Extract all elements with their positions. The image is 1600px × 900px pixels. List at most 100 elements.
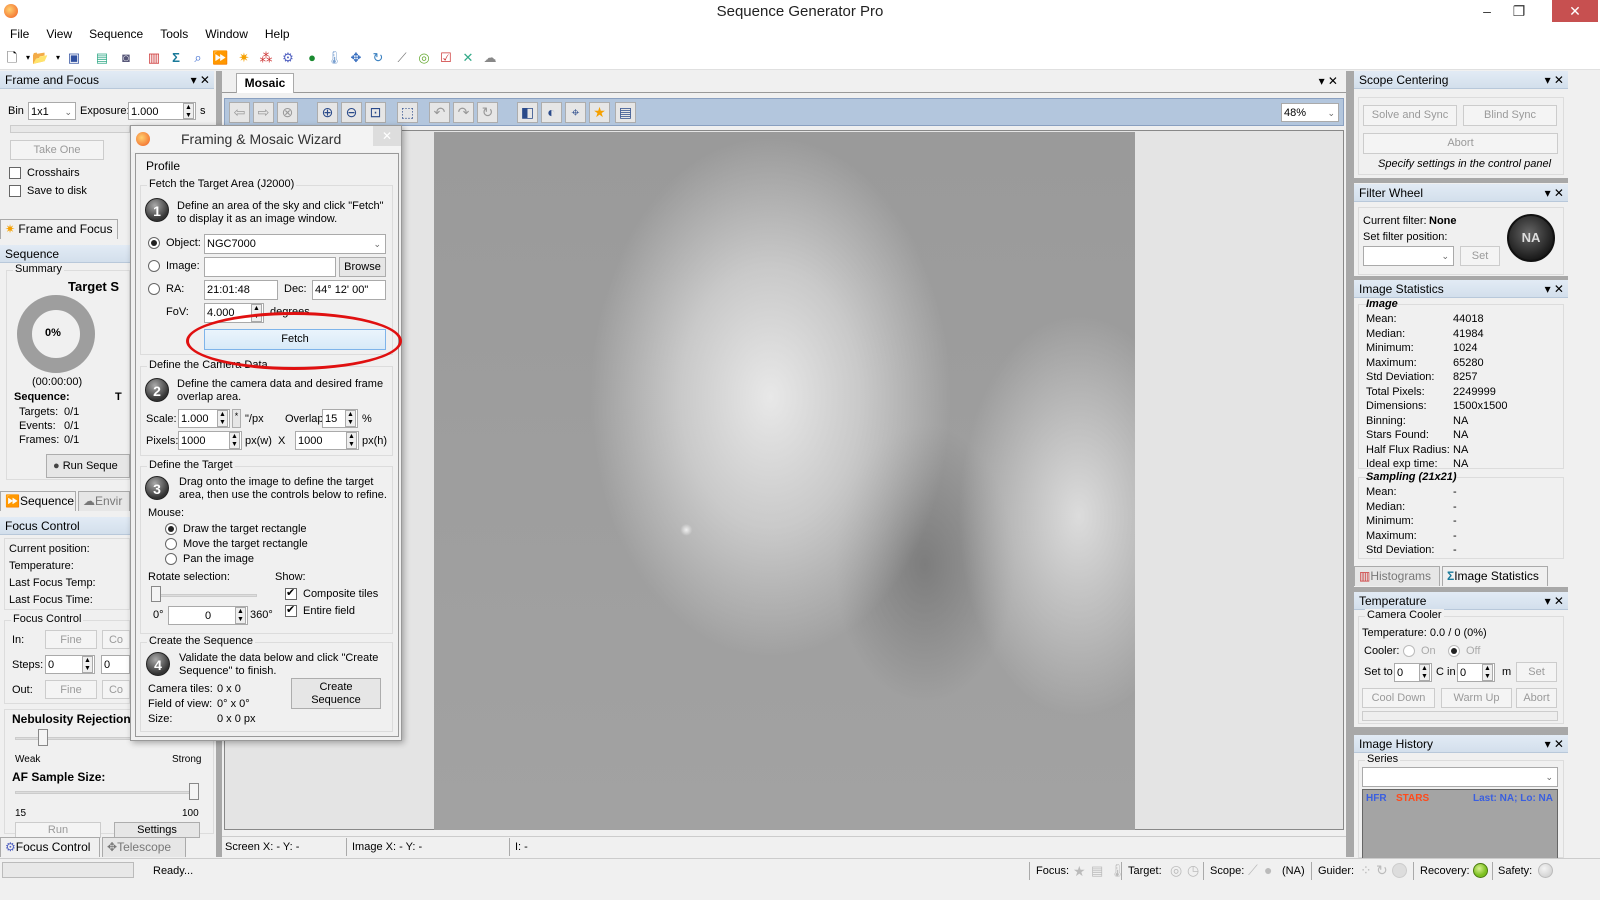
scale-spinner[interactable]: ▲ ▼ xyxy=(217,410,228,427)
steps-input-2[interactable]: 0 xyxy=(101,655,130,674)
cool-down-button[interactable]: Cool Down xyxy=(1362,688,1435,708)
composite-tiles-checkbox[interactable] xyxy=(285,586,297,600)
rotate-180-icon[interactable]: ↻ xyxy=(477,102,498,123)
exposure-spinner[interactable]: ▲ ▼ xyxy=(183,103,194,119)
gears-icon[interactable]: ⚙ xyxy=(280,50,296,66)
sequence-icon[interactable]: ⏩ xyxy=(212,50,228,66)
notes-icon[interactable]: ▤ xyxy=(615,102,636,123)
in-coarse-button[interactable]: Co xyxy=(102,630,130,649)
solve-and-sync-button[interactable]: Solve and Sync xyxy=(1363,105,1457,126)
right-splitter[interactable] xyxy=(1346,71,1354,857)
object-radio[interactable] xyxy=(148,237,160,249)
autofocus-settings-button[interactable]: Settings xyxy=(114,822,200,838)
filter-position-select[interactable]: ⌄ xyxy=(1363,246,1454,266)
scale-calc-button[interactable]: * xyxy=(232,409,241,428)
panel-menu-close[interactable]: ▾ ✕ xyxy=(1545,184,1564,202)
thermometer-icon[interactable]: 🌡 xyxy=(326,50,343,66)
weather-icon[interactable]: ☁ xyxy=(482,50,498,66)
move-target-radio[interactable] xyxy=(165,538,177,550)
take-one-button[interactable]: Take One xyxy=(10,140,104,160)
dec-input[interactable]: 44° 12' 00" xyxy=(312,280,386,300)
browse-button[interactable]: Browse xyxy=(339,257,386,277)
histogram-icon[interactable]: ▥ xyxy=(146,50,162,66)
blind-sync-button[interactable]: Blind Sync xyxy=(1463,105,1557,126)
pixels-width-spinner[interactable]: ▲ ▼ xyxy=(229,432,240,449)
pixels-height-spinner[interactable]: ▲ ▼ xyxy=(346,432,357,449)
open-folder-icon[interactable]: 📂 xyxy=(32,50,48,66)
af-sample-slider-track[interactable] xyxy=(15,791,199,794)
cool-minutes-spinner[interactable]: ▲ ▼ xyxy=(1482,664,1493,681)
panel-menu-close[interactable]: ▾ ✕ xyxy=(1545,280,1564,298)
equipment-profile-icon[interactable]: ▤ xyxy=(94,50,110,66)
menu-help[interactable]: Help xyxy=(258,24,297,41)
steps-spinner[interactable]: ▲ ▼ xyxy=(82,656,93,673)
camera-icon[interactable]: ◙ xyxy=(118,50,134,66)
menu-window[interactable]: Window xyxy=(198,24,255,41)
telescope-icon[interactable]: ⟋ xyxy=(394,50,410,66)
series-select[interactable]: ⌄ xyxy=(1362,767,1558,787)
restore-button[interactable]: ❐ xyxy=(1502,0,1536,22)
checklist-icon[interactable]: ☑ xyxy=(438,50,454,66)
rotate-slider-track[interactable] xyxy=(153,594,257,597)
zoom-select[interactable]: 48% ⌄ xyxy=(1281,103,1339,122)
draw-target-radio[interactable] xyxy=(165,523,177,535)
run-autofocus-button[interactable]: Run xyxy=(15,822,101,838)
object-select[interactable]: NGC7000 ⌄ xyxy=(204,234,386,254)
zoom-fit-icon[interactable]: ⊡ xyxy=(365,102,386,123)
profile-menu[interactable]: Profile xyxy=(146,159,180,173)
panel-menu-close[interactable]: ▾ ✕ xyxy=(1545,735,1564,753)
out-fine-button[interactable]: Fine xyxy=(45,680,97,699)
cancel-icon[interactable]: ⊗ xyxy=(277,102,298,123)
plate-solve-icon[interactable]: ✕ xyxy=(460,50,476,66)
rotate-slider-thumb[interactable] xyxy=(151,586,161,602)
tab-environment[interactable]: ☁Envir xyxy=(78,491,130,511)
forward-arrow-icon[interactable]: ⇨ xyxy=(253,102,274,123)
warm-up-button[interactable]: Warm Up xyxy=(1441,688,1512,708)
crosshairs-checkbox[interactable] xyxy=(9,167,21,179)
target-icon[interactable]: ● xyxy=(304,50,320,66)
menu-sequence[interactable]: Sequence xyxy=(82,24,150,41)
tab-image-statistics[interactable]: ΣImage Statistics xyxy=(1442,566,1548,586)
save-to-disk-checkbox[interactable] xyxy=(9,185,21,197)
scope-abort-button[interactable]: Abort xyxy=(1363,133,1558,154)
rotate-spinner[interactable]: ▲ ▼ xyxy=(235,607,246,624)
set-temperature-button[interactable]: Set xyxy=(1516,662,1557,682)
tab-mosaic[interactable]: Mosaic xyxy=(236,73,294,93)
zoom-out-icon[interactable]: ⊖ xyxy=(341,102,362,123)
entire-field-checkbox[interactable] xyxy=(285,603,297,617)
run-sequence-button[interactable]: ● Run Seque xyxy=(46,454,130,478)
selection-rect-icon[interactable]: ⬚ xyxy=(397,102,418,123)
image-path-input[interactable] xyxy=(204,257,336,277)
panel-menu-close[interactable]: ▾ ✕ xyxy=(1545,592,1564,610)
nebulosity-slider-thumb[interactable] xyxy=(37,729,48,746)
overlap-spinner[interactable]: ▲ ▼ xyxy=(345,410,356,427)
ra-input[interactable]: 21:01:48 xyxy=(204,280,278,300)
panel-menu-close[interactable]: ▾ ✕ xyxy=(1545,71,1564,89)
image-history-graph[interactable]: HFR STARS Last: NA; Lo: NA xyxy=(1362,789,1558,859)
sigma-icon[interactable]: Σ xyxy=(168,50,184,66)
image-radio[interactable] xyxy=(148,260,160,272)
tab-histograms[interactable]: ▥Histograms xyxy=(1354,566,1440,586)
move-icon[interactable]: ✥ xyxy=(348,50,364,66)
rotate-left-icon[interactable]: ↶ xyxy=(429,102,450,123)
dialog-close-button[interactable]: ✕ xyxy=(373,126,401,146)
sun-icon[interactable]: ✷ xyxy=(236,50,252,66)
pan-image-radio[interactable] xyxy=(165,553,177,565)
cooler-abort-button[interactable]: Abort xyxy=(1516,688,1557,708)
back-arrow-icon[interactable]: ⇦ xyxy=(229,102,250,123)
cooler-off-radio[interactable] xyxy=(1448,645,1460,657)
set-filter-button[interactable]: Set xyxy=(1460,246,1500,266)
tab-sequence[interactable]: ⏩Sequence xyxy=(0,491,76,511)
crosshair-target-icon[interactable]: ◎ xyxy=(416,50,432,66)
zoom-icon[interactable]: ⌕ xyxy=(190,50,206,66)
save-icon[interactable]: ▣ xyxy=(66,50,82,66)
close-window-button[interactable]: ✕ xyxy=(1552,0,1598,22)
tab-telescope[interactable]: ✥Telescope xyxy=(102,837,186,857)
menu-file[interactable]: File xyxy=(3,24,36,41)
menu-view[interactable]: View xyxy=(39,24,79,41)
minimize-button[interactable]: – xyxy=(1470,0,1504,22)
filter-icon[interactable]: ⁂ xyxy=(258,50,274,66)
create-sequence-button[interactable]: Create Sequence xyxy=(291,678,381,709)
af-sample-slider-thumb[interactable] xyxy=(189,783,199,800)
crosshair-icon[interactable]: ⌖ xyxy=(565,102,586,123)
